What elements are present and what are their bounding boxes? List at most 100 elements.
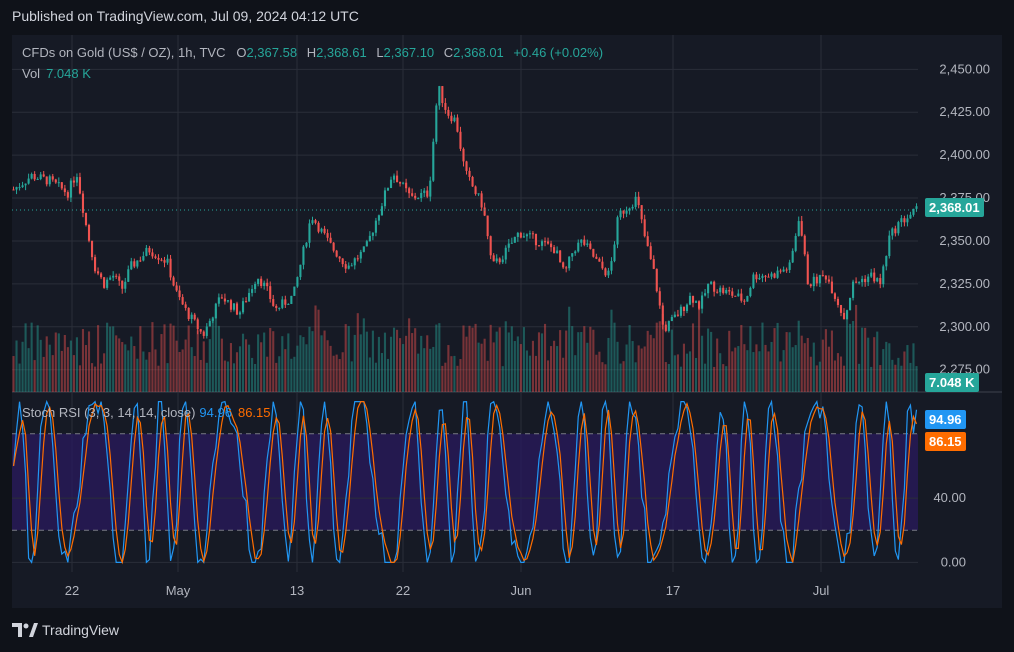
volume-bar	[172, 325, 175, 392]
candle-body	[232, 303, 236, 310]
candle-body	[852, 281, 855, 298]
candle-body	[903, 218, 906, 223]
candle-body	[559, 250, 562, 263]
candle-body	[244, 301, 248, 303]
volume-bar	[356, 313, 359, 392]
volume-bar	[411, 333, 414, 392]
stoch-axis-tick: 40.00	[933, 490, 966, 505]
volume-bar	[474, 323, 477, 392]
volume-bar	[833, 360, 837, 392]
volume-label[interactable]: Vol	[22, 66, 40, 81]
volume-bar	[673, 355, 676, 392]
volume-bar	[888, 343, 891, 392]
volume-bar	[395, 329, 399, 392]
candle-body	[788, 262, 791, 270]
volume-bar	[891, 359, 894, 392]
symbol-label[interactable]: CFDs on Gold (US$ / OZ), 1h, TVC	[22, 45, 225, 60]
candle-body	[196, 319, 199, 330]
volume-bar	[710, 331, 713, 392]
chart-svg[interactable]: 2,450.002,425.002,400.002,375.002,350.00…	[0, 0, 1014, 652]
candle-body	[130, 261, 133, 270]
candle-body	[697, 301, 701, 309]
volume-bar	[613, 322, 616, 392]
volume-bar	[278, 356, 281, 392]
candle-body	[655, 268, 658, 292]
volume-bar	[682, 343, 686, 392]
candle-body	[900, 218, 903, 223]
candle-body	[525, 234, 528, 237]
candle-body	[169, 258, 172, 278]
volume-bar	[423, 348, 426, 392]
candle-body	[471, 176, 474, 187]
volume-bar	[87, 331, 91, 392]
volume-bar	[498, 327, 501, 392]
volume-bar	[24, 323, 27, 392]
volume-bar	[51, 355, 54, 392]
volume-legend: Vol 7.048 K	[22, 66, 91, 81]
candle-body	[879, 278, 882, 285]
volume-bar	[577, 332, 580, 392]
volume-bar	[701, 335, 704, 392]
candle-body	[444, 103, 447, 110]
volume-bar	[550, 346, 553, 392]
candle-body	[498, 258, 501, 263]
candle-body	[459, 131, 462, 149]
volume-bar	[791, 347, 794, 392]
volume-bar	[528, 355, 531, 392]
candle-body	[392, 175, 396, 180]
volume-bar	[453, 355, 456, 392]
tradingview-footer[interactable]: TradingView	[12, 622, 119, 638]
volume-bar	[281, 336, 284, 392]
candle-body	[492, 255, 495, 262]
volume-bar	[852, 320, 855, 392]
volume-bar	[223, 360, 226, 392]
candle-body	[522, 236, 525, 238]
volume-bar	[142, 351, 145, 392]
candle-body	[341, 258, 344, 265]
volume-bar	[779, 361, 782, 392]
candle-body	[897, 222, 900, 234]
stoch-rsi-label[interactable]: Stoch RSI (3, 3, 14, 14, close)	[22, 405, 195, 420]
volume-bar	[305, 344, 308, 392]
candle-body	[178, 290, 181, 298]
candle-body	[284, 299, 287, 305]
volume-bar	[694, 357, 698, 392]
candle-body	[619, 210, 622, 218]
candle-body	[33, 173, 36, 180]
volume-bar	[296, 345, 299, 392]
volume-bar	[622, 361, 625, 392]
candle-body	[109, 277, 112, 280]
candle-body	[553, 247, 556, 254]
volume-bar	[66, 347, 69, 392]
candle-body	[405, 182, 408, 189]
candle-body	[833, 293, 837, 299]
candle-body	[72, 180, 75, 183]
last-price-tag: 2,368.01	[925, 198, 984, 217]
candle-body	[423, 190, 426, 193]
volume-bar	[679, 366, 682, 392]
volume-bar	[870, 366, 873, 392]
volume-bar	[368, 357, 371, 392]
volume-bar	[767, 351, 770, 392]
candle-body	[885, 256, 888, 267]
volume-bar	[522, 327, 525, 392]
volume-bar	[214, 309, 217, 392]
candle-body	[374, 220, 377, 233]
volume-bar	[251, 357, 254, 392]
volume-bar	[121, 342, 124, 392]
volume-bar	[257, 334, 260, 392]
candle-body	[296, 277, 299, 287]
volume-bar	[553, 340, 556, 392]
candle-body	[571, 253, 574, 257]
candle-body	[691, 295, 695, 303]
candle-body	[248, 292, 251, 302]
volume-bar	[338, 359, 341, 392]
candle-body	[48, 176, 51, 185]
volume-bar	[894, 364, 897, 392]
candle-body	[770, 273, 773, 277]
candle-body	[649, 246, 652, 260]
volume-bar	[562, 357, 565, 392]
candle-body	[830, 281, 833, 294]
candle-body	[462, 148, 465, 162]
candle-body	[184, 304, 187, 308]
